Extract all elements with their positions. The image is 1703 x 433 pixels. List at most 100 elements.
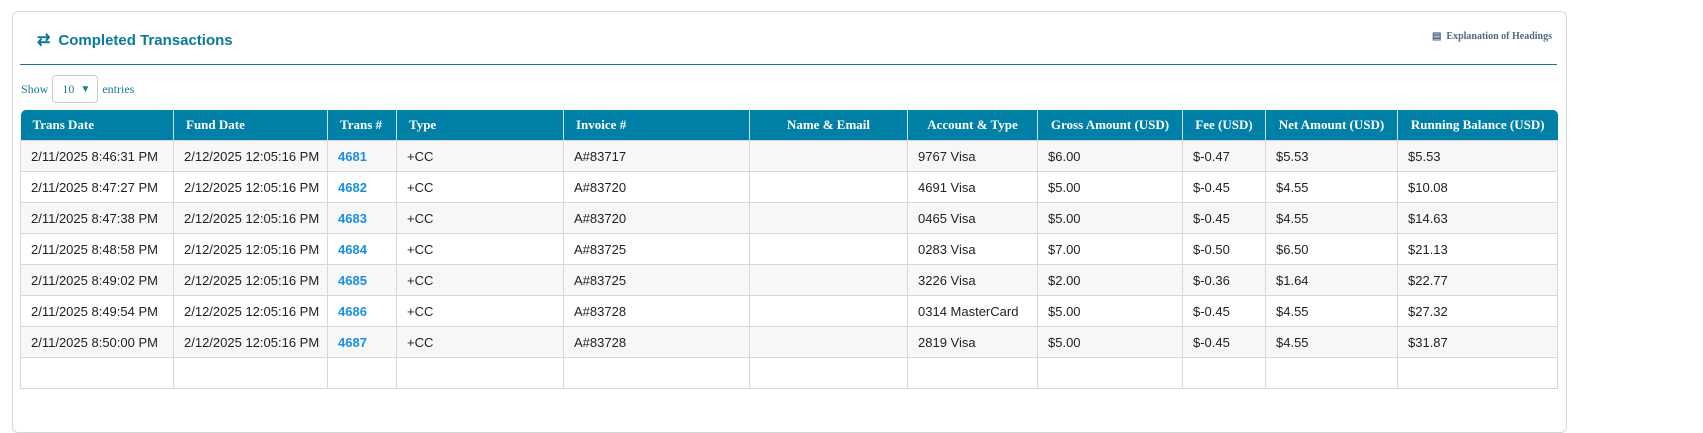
table-cell: $-0.50	[1182, 233, 1266, 265]
table-cell	[173, 357, 328, 389]
table-cell: 2/12/2025 12:05:16 PM	[173, 295, 328, 327]
explanation-label: Explanation of Headings	[1446, 31, 1552, 42]
table-cell	[327, 357, 397, 389]
column-header[interactable]: Fund Date	[173, 110, 328, 141]
table-cell: A#83725	[563, 233, 750, 265]
table-cell: 0314 MasterCard	[907, 295, 1038, 327]
show-label: Show	[21, 81, 49, 96]
column-header[interactable]: Account & Type	[907, 110, 1038, 141]
trans-number-link[interactable]: 4684	[327, 233, 397, 265]
table-cell: 2/11/2025 8:46:31 PM	[20, 140, 174, 172]
entries-length-control: Show 10 ▼ entries	[21, 75, 134, 103]
table-cell: A#83717	[563, 140, 750, 172]
trans-number-link[interactable]: 4687	[327, 326, 397, 358]
table-cell: 2/12/2025 12:05:16 PM	[173, 171, 328, 203]
chevron-down-icon: ▼	[80, 83, 91, 95]
table-cell: $14.63	[1397, 202, 1558, 234]
list-table-icon: ▤	[1431, 31, 1442, 42]
table-cell: 2/11/2025 8:50:00 PM	[20, 326, 174, 358]
table-row: 2/11/2025 8:46:31 PM 2/12/2025 12:05:16 P…	[20, 140, 1558, 172]
trans-number-link[interactable]: 4685	[327, 264, 397, 296]
exchange-arrows-icon: ⇄	[37, 32, 51, 49]
table-cell: 3226 Visa	[907, 264, 1038, 296]
column-header[interactable]: Name & Email	[749, 110, 908, 141]
table-row: 2/11/2025 8:47:38 PM 2/12/2025 12:05:16 P…	[20, 202, 1558, 234]
column-header[interactable]: Invoice #	[563, 110, 750, 141]
divider	[20, 64, 1557, 65]
trans-number-link[interactable]: 4682	[327, 171, 397, 203]
table-cell: $27.32	[1397, 295, 1558, 327]
table-cell: $5.00	[1037, 202, 1183, 234]
table-cell: $6.50	[1265, 233, 1398, 265]
table-cell: $-0.45	[1182, 326, 1266, 358]
table-cell: $-0.47	[1182, 140, 1266, 172]
card-title: ⇄ Completed Transactions	[37, 30, 233, 50]
table-cell: $2.00	[1037, 264, 1183, 296]
table-cell: $4.55	[1265, 295, 1398, 327]
entries-select[interactable]: 10 ▼	[52, 75, 99, 103]
table-cell: $-0.45	[1182, 202, 1266, 234]
table-cell	[563, 357, 750, 389]
table-cell: A#83728	[563, 295, 750, 327]
table-cell: A#83720	[563, 202, 750, 234]
entries-label: entries	[102, 81, 135, 96]
table-cell: $5.53	[1397, 140, 1558, 172]
table-cell	[749, 326, 908, 358]
column-header[interactable]: Gross Amount (USD)	[1037, 110, 1183, 141]
table-cell: 2/12/2025 12:05:16 PM	[173, 233, 328, 265]
table-cell: 2/11/2025 8:49:02 PM	[20, 264, 174, 296]
table-cell: $7.00	[1037, 233, 1183, 265]
table-cell	[1265, 357, 1398, 389]
column-header[interactable]: Trans Date	[20, 110, 174, 141]
table-cell: 2/11/2025 8:47:27 PM	[20, 171, 174, 203]
table-cell	[1037, 357, 1183, 389]
table-cell: 0283 Visa	[907, 233, 1038, 265]
table-row: 2/11/2025 8:47:27 PM 2/12/2025 12:05:16 P…	[20, 171, 1558, 203]
table-cell: 2/11/2025 8:47:38 PM	[20, 202, 174, 234]
table-cell: $10.08	[1397, 171, 1558, 203]
table-cell: +CC	[396, 140, 564, 172]
table-cell: $5.00	[1037, 295, 1183, 327]
table-cell: $4.55	[1265, 171, 1398, 203]
table-row: 2/11/2025 8:49:54 PM 2/12/2025 12:05:16 P…	[20, 295, 1558, 327]
table-cell: $4.55	[1265, 202, 1398, 234]
table-cell	[1182, 357, 1266, 389]
explanation-of-headings-link[interactable]: ▤ Explanation of Headings	[1432, 31, 1552, 42]
table-cell	[749, 140, 908, 172]
column-header[interactable]: Running Balance (USD)	[1397, 110, 1558, 141]
trans-number-link[interactable]: 4686	[327, 295, 397, 327]
table-cell: $5.00	[1037, 171, 1183, 203]
trans-number-link[interactable]: 4683	[327, 202, 397, 234]
table-cell	[749, 264, 908, 296]
table-cell: $31.87	[1397, 326, 1558, 358]
table-row: 2/11/2025 8:49:02 PM 2/12/2025 12:05:16 P…	[20, 264, 1558, 296]
column-header[interactable]: Trans #	[327, 110, 397, 141]
title-text: Completed Transactions	[58, 31, 233, 49]
table-row	[20, 357, 1558, 389]
table-cell: 2/12/2025 12:05:16 PM	[173, 326, 328, 358]
table-cell	[749, 357, 908, 389]
transactions-card: ⇄ Completed Transactions ▤ Explanation of …	[12, 11, 1567, 433]
table-cell: +CC	[396, 233, 564, 265]
table-cell: 2/12/2025 12:05:16 PM	[173, 202, 328, 234]
table-cell: 0465 Visa	[907, 202, 1038, 234]
column-header[interactable]: Type	[396, 110, 564, 141]
table-cell: $21.13	[1397, 233, 1558, 265]
table-cell	[1397, 357, 1558, 389]
table-cell: A#83720	[563, 171, 750, 203]
table-cell: +CC	[396, 202, 564, 234]
table-cell	[396, 357, 564, 389]
table-cell: A#83725	[563, 264, 750, 296]
table-cell	[907, 357, 1038, 389]
column-header[interactable]: Fee (USD)	[1182, 110, 1266, 141]
table-cell: 2/11/2025 8:49:54 PM	[20, 295, 174, 327]
table-cell: 2/12/2025 12:05:16 PM	[173, 140, 328, 172]
column-header[interactable]: Net Amount (USD)	[1265, 110, 1398, 141]
entries-value: 10	[62, 81, 75, 96]
table-cell: +CC	[396, 171, 564, 203]
table-cell: 4691 Visa	[907, 171, 1038, 203]
table-cell	[749, 233, 908, 265]
trans-number-link[interactable]: 4681	[327, 140, 397, 172]
table-cell	[749, 171, 908, 203]
table-row: 2/11/2025 8:50:00 PM 2/12/2025 12:05:16 P…	[20, 326, 1558, 358]
